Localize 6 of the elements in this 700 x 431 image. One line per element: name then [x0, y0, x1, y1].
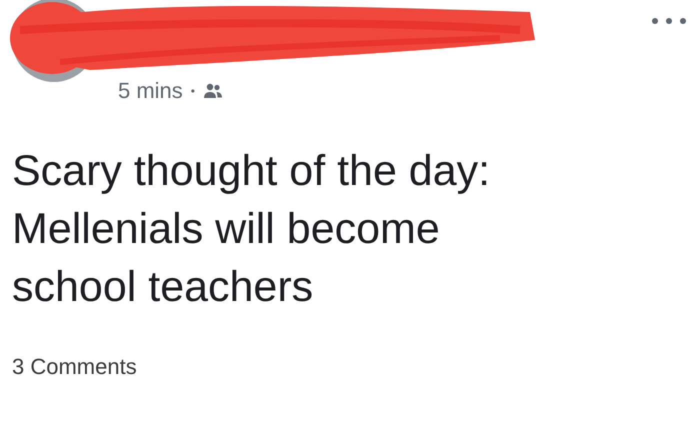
comments-link[interactable]: 3 Comments [12, 354, 137, 380]
post-text: Scary thought of the day: Mellenials will become school teachers [12, 146, 492, 313]
separator-dot: • [190, 84, 195, 98]
more-icon[interactable] [650, 16, 688, 26]
friends-icon [203, 83, 223, 99]
post-time[interactable]: 5 mins [118, 78, 183, 104]
